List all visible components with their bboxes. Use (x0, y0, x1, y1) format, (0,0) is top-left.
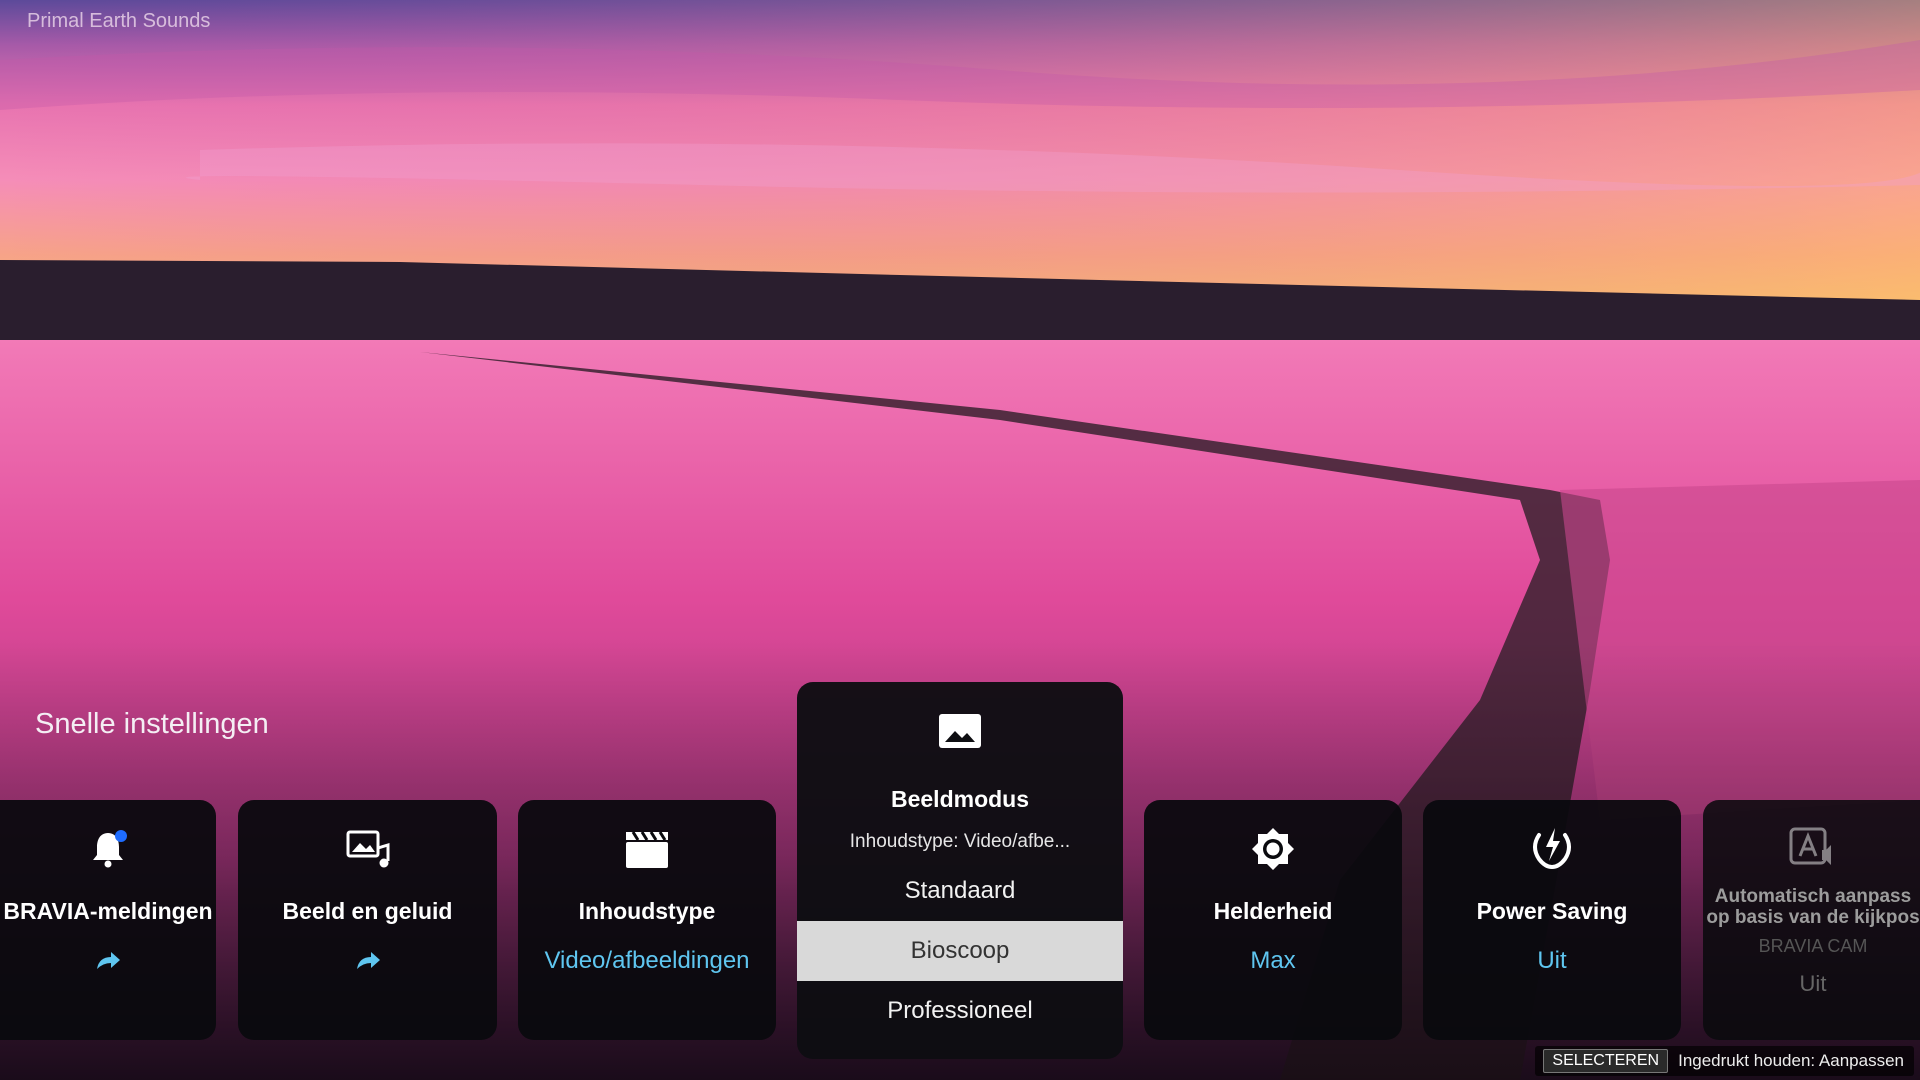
card-label-line1: Automatisch aanpass (1714, 886, 1912, 907)
card-label: Beeld en geluid (282, 898, 453, 924)
open-arrow-icon (93, 949, 123, 978)
card-auto-adjust[interactable]: Automatisch aanpass op basis van de kijk… (1703, 800, 1920, 1040)
card-label: Beeldmodus (890, 786, 1030, 812)
card-subtitle: Inhoudstype: Video/afbe... (849, 831, 1071, 852)
select-key-badge: SELECTEREN (1543, 1049, 1669, 1073)
card-value: Video/afbeeldingen (544, 947, 750, 974)
card-power-saving[interactable]: Power Saving Uit (1423, 800, 1681, 1040)
option-bioscoop[interactable]: Bioscoop (797, 921, 1123, 981)
card-label: Inhoudstype (578, 898, 716, 924)
card-value: Uit (1799, 971, 1827, 996)
power-saving-icon (1527, 824, 1577, 874)
option-professioneel[interactable]: Professioneel (797, 981, 1123, 1041)
card-value: Max (1250, 947, 1296, 974)
select-hint-bar: SELECTEREN Ingedrukt houden: Aanpassen (1535, 1046, 1914, 1076)
picture-icon (797, 712, 1123, 750)
clapperboard-icon (623, 824, 671, 874)
brightness-icon (1249, 824, 1297, 874)
bell-notification-icon (86, 824, 130, 874)
card-picture-sound[interactable]: Beeld en geluid (238, 800, 497, 1040)
open-arrow-icon (353, 949, 383, 978)
card-bravia-notifications[interactable]: BRAVIA-meldingen (0, 800, 216, 1040)
auto-adjust-icon (1788, 824, 1838, 874)
hint-text: Ingedrukt houden: Aanpassen (1678, 1051, 1904, 1070)
quick-settings-title: Snelle instellingen (35, 708, 269, 740)
option-standaard[interactable]: Standaard (797, 861, 1123, 921)
card-sublabel: BRAVIA CAM (1758, 936, 1868, 956)
card-label: Power Saving (1476, 898, 1628, 924)
card-label: Helderheid (1213, 898, 1333, 924)
card-content-type[interactable]: Inhoudstype Video/afbeeldingen (518, 800, 776, 1040)
card-brightness[interactable]: Helderheid Max (1144, 800, 1402, 1040)
card-label: BRAVIA-meldingen (3, 898, 213, 924)
card-picture-mode[interactable]: Beeldmodus Inhoudstype: Video/afbe... St… (797, 682, 1123, 1059)
card-value: Uit (1537, 947, 1567, 974)
channel-title: Primal Earth Sounds (27, 10, 211, 32)
card-label-line2: op basis van de kijkpos (1706, 907, 1920, 928)
picture-sound-icon (344, 824, 392, 874)
